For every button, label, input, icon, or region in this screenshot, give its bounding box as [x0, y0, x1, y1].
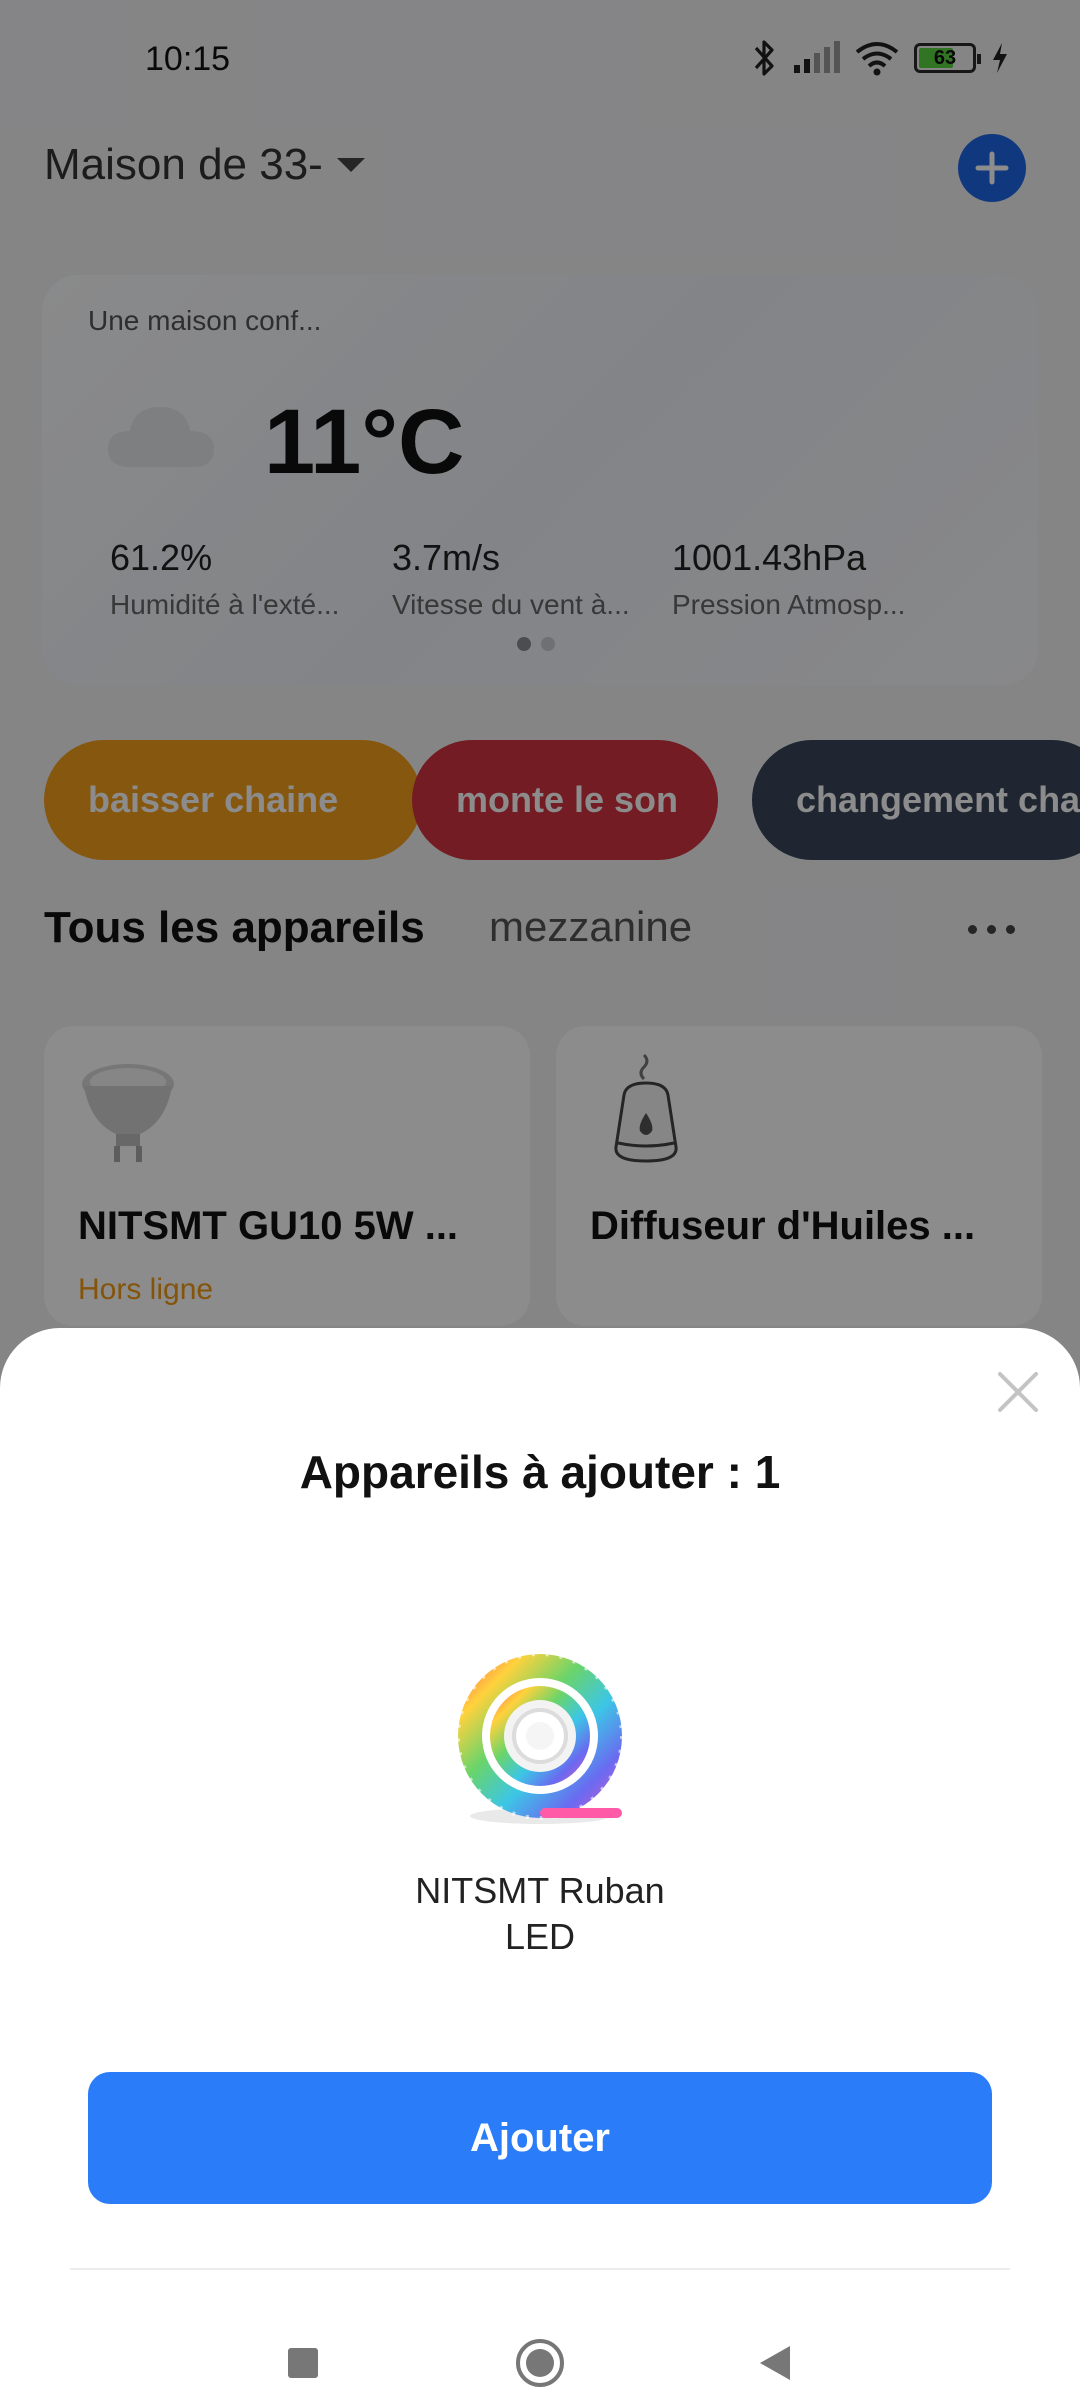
back-icon [760, 2346, 790, 2380]
found-device-name-line1: NITSMT Ruban [415, 1870, 665, 1911]
add-button[interactable]: Ajouter [88, 2072, 992, 2204]
sheet-title: Appareils à ajouter : 1 [299, 1446, 781, 1498]
circle-icon [516, 2339, 564, 2387]
led-strip-icon[interactable] [452, 1648, 628, 1848]
divider [70, 2268, 1010, 2270]
add-devices-sheet: Appareils à ajouter : 1 NITSMT Ruban LED… [0, 1328, 1080, 2400]
back-button[interactable] [740, 2328, 810, 2398]
found-device-name-line2: LED [504, 1916, 576, 1957]
found-device-name: NITSMT Ruban LED [390, 1868, 690, 1960]
close-icon[interactable] [990, 1364, 1046, 1420]
recents-button[interactable] [268, 2328, 338, 2398]
system-nav-bar [0, 2328, 1080, 2398]
square-icon [288, 2348, 318, 2378]
home-button[interactable] [505, 2328, 575, 2398]
